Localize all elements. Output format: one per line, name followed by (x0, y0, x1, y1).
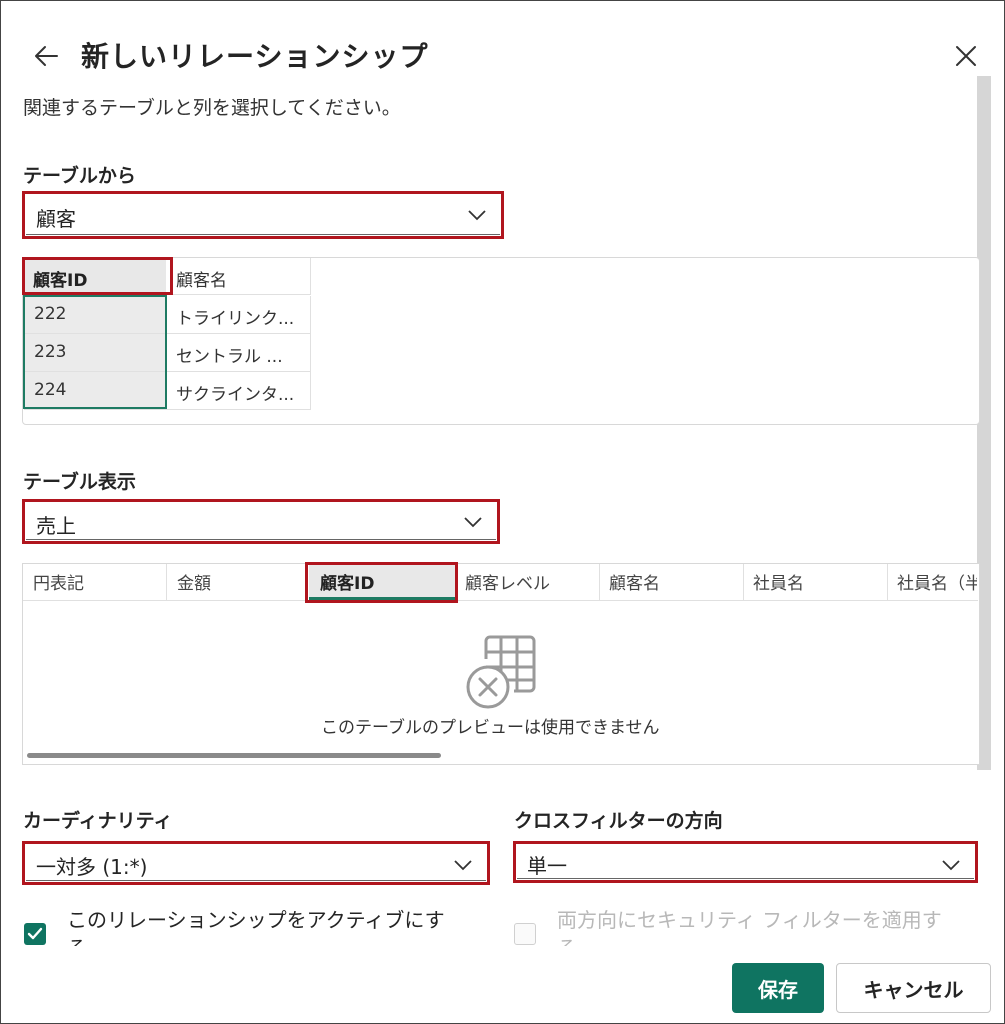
table-unavailable-icon (464, 635, 538, 711)
to-column-header[interactable]: 金額 (177, 569, 211, 594)
preview-unavailable-text: このテーブルのプレビューは使用できません (321, 718, 660, 738)
active-relationship-label[interactable]: このリレーションシップをアクティブにす る (67, 906, 467, 946)
column-divider (743, 564, 744, 600)
to-column-header[interactable]: 円表記 (33, 569, 84, 594)
cross-filter-label: クロスフィルターの方向 (514, 810, 723, 832)
from-table-dropdown-highlight (22, 191, 504, 239)
cancel-button[interactable]: キャンセル (836, 963, 991, 1013)
to-table-label: テーブル表示 (23, 471, 136, 493)
active-label-line2: る (67, 934, 467, 946)
column-divider (166, 564, 167, 600)
dialog-subtitle: 関連するテーブルと列を選択してください。 (23, 97, 401, 119)
from-table-label: テーブルから (23, 165, 136, 187)
to-column-header[interactable]: 社員名 (753, 569, 804, 594)
horizontal-scrollbar[interactable] (27, 753, 441, 758)
to-table-dropdown-highlight (22, 499, 500, 544)
new-relationship-dialog: 新しいリレーションシップ 関連するテーブルと列を選択してください。 テーブルから… (0, 0, 1005, 1024)
back-arrow-icon[interactable] (31, 41, 61, 71)
cross-filter-highlight (513, 841, 978, 883)
active-label-line1: このリレーションシップをアクティブにす (67, 908, 445, 932)
to-column-header[interactable]: 顧客レベル (465, 569, 550, 594)
selected-column-outline (23, 295, 167, 409)
column-divider (887, 564, 888, 600)
cardinality-label: カーディナリティ (23, 810, 173, 832)
to-column-header[interactable]: 社員名（半 (897, 569, 977, 594)
close-icon[interactable] (953, 43, 979, 69)
security-label-line1: 両方向にセキュリティ フィルターを適用す (557, 908, 942, 932)
checkmark-icon (27, 927, 43, 940)
table-cell: サクラインタ... (166, 372, 311, 410)
security-filter-checkbox[interactable] (514, 923, 536, 945)
from-column-highlight (22, 257, 173, 295)
cardinality-highlight (22, 841, 490, 885)
table-cell: セントラル ... (166, 334, 311, 372)
save-button[interactable]: 保存 (732, 963, 824, 1013)
from-column-header-name[interactable]: 顧客名 (166, 258, 311, 295)
active-relationship-checkbox[interactable] (24, 923, 46, 945)
to-column-highlight (305, 562, 458, 603)
security-label-line2: る (557, 934, 967, 946)
column-divider (599, 564, 600, 600)
table-cell: トライリンク... (166, 296, 311, 334)
to-column-header[interactable]: 顧客名 (609, 569, 660, 594)
security-filter-label: 両方向にセキュリティ フィルターを適用す る (557, 906, 967, 946)
dialog-title: 新しいリレーションシップ (81, 40, 429, 73)
